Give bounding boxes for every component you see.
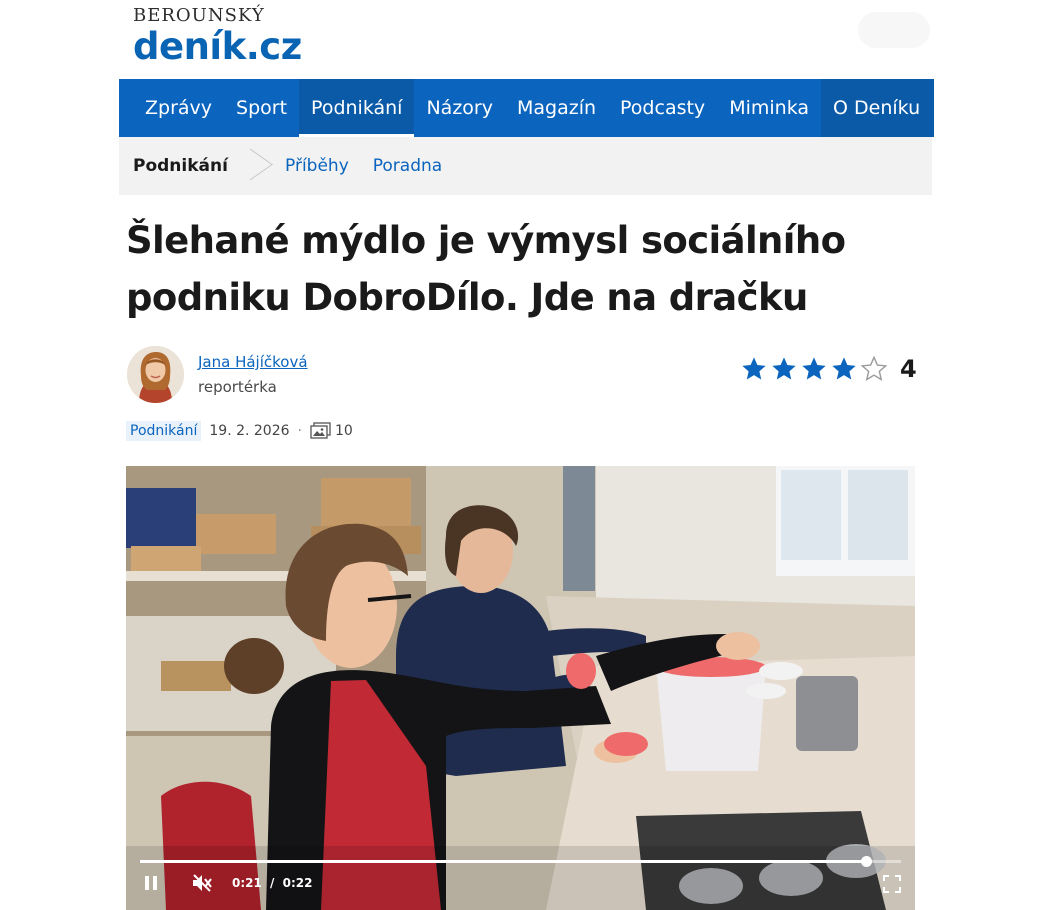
author-avatar[interactable] xyxy=(127,346,184,403)
pause-icon[interactable] xyxy=(140,872,162,894)
article-rating[interactable]: 4 xyxy=(740,355,917,383)
headline-line-1: Šlehané mýdlo je výmysl sociálního xyxy=(126,219,846,262)
nav-item-podcasty[interactable]: Podcasty xyxy=(608,79,717,137)
video-progress-bar[interactable] xyxy=(140,856,901,867)
nav-item-podnikani[interactable]: Podnikání xyxy=(299,79,415,137)
sub-nav: Podnikání Příběhy Poradna xyxy=(119,137,932,195)
publish-date: 19. 2. 2026 xyxy=(209,423,290,439)
rating-value: 4 xyxy=(900,355,917,383)
header-placeholder xyxy=(858,12,930,48)
nav-item-o-deniku[interactable]: O Deníku xyxy=(821,79,935,137)
video-duration: 0:22 xyxy=(282,876,313,890)
video-controls: 0:21 / 0:22 xyxy=(126,866,915,900)
video-current-time: 0:21 xyxy=(232,876,262,890)
nav-item-nazory[interactable]: Názory xyxy=(414,79,505,137)
star-icon[interactable] xyxy=(770,355,798,383)
author-name-link[interactable]: Jana Hájíčková xyxy=(198,353,308,371)
author-role: reportérka xyxy=(198,378,277,396)
star-icon[interactable] xyxy=(800,355,828,383)
video-player[interactable]: 0:21 / 0:22 xyxy=(126,466,915,910)
logo-region: BEROUNSKÝ xyxy=(133,5,265,26)
logo-wordmark: deník.cz xyxy=(133,25,302,68)
time-separator: / xyxy=(270,876,275,890)
nav-item-sport[interactable]: Sport xyxy=(224,79,299,137)
category-tag[interactable]: Podnikání xyxy=(126,421,202,441)
gallery-link[interactable]: 10 xyxy=(310,422,353,440)
nav-item-zpravy[interactable]: Zprávy xyxy=(119,79,224,137)
nav-item-miminka[interactable]: Miminka xyxy=(717,79,821,137)
article-headline: Šlehané mýdlo je výmysl sociálního podni… xyxy=(126,212,916,326)
muted-icon[interactable] xyxy=(190,872,214,894)
subnav-link-poradna[interactable]: Poradna xyxy=(373,156,442,176)
fullscreen-icon[interactable] xyxy=(883,875,901,893)
video-time: 0:21 / 0:22 xyxy=(232,876,312,890)
subnav-link-pribehy[interactable]: Příběhy xyxy=(285,156,349,176)
star-outline-icon[interactable] xyxy=(860,355,888,383)
star-icon[interactable] xyxy=(740,355,768,383)
headline-line-2: podniku DobroDílo. Jde na dračku xyxy=(126,276,808,319)
subnav-current-section[interactable]: Podnikání xyxy=(119,156,243,176)
star-icon[interactable] xyxy=(830,355,858,383)
video-frame xyxy=(126,466,915,910)
main-nav: Zprávy Sport Podnikání Názory Magazín Po… xyxy=(119,79,935,137)
video-progress-fill xyxy=(140,860,867,863)
article-meta: Podnikání 19. 2. 2026 · 10 xyxy=(126,421,353,441)
site-logo[interactable]: BEROUNSKÝ deník.cz xyxy=(133,6,302,66)
meta-separator: · xyxy=(297,423,302,439)
nav-item-magazin[interactable]: Magazín xyxy=(505,79,608,137)
chevron-right-icon xyxy=(243,137,263,195)
gallery-icon xyxy=(310,422,331,439)
gallery-count: 10 xyxy=(334,423,353,439)
